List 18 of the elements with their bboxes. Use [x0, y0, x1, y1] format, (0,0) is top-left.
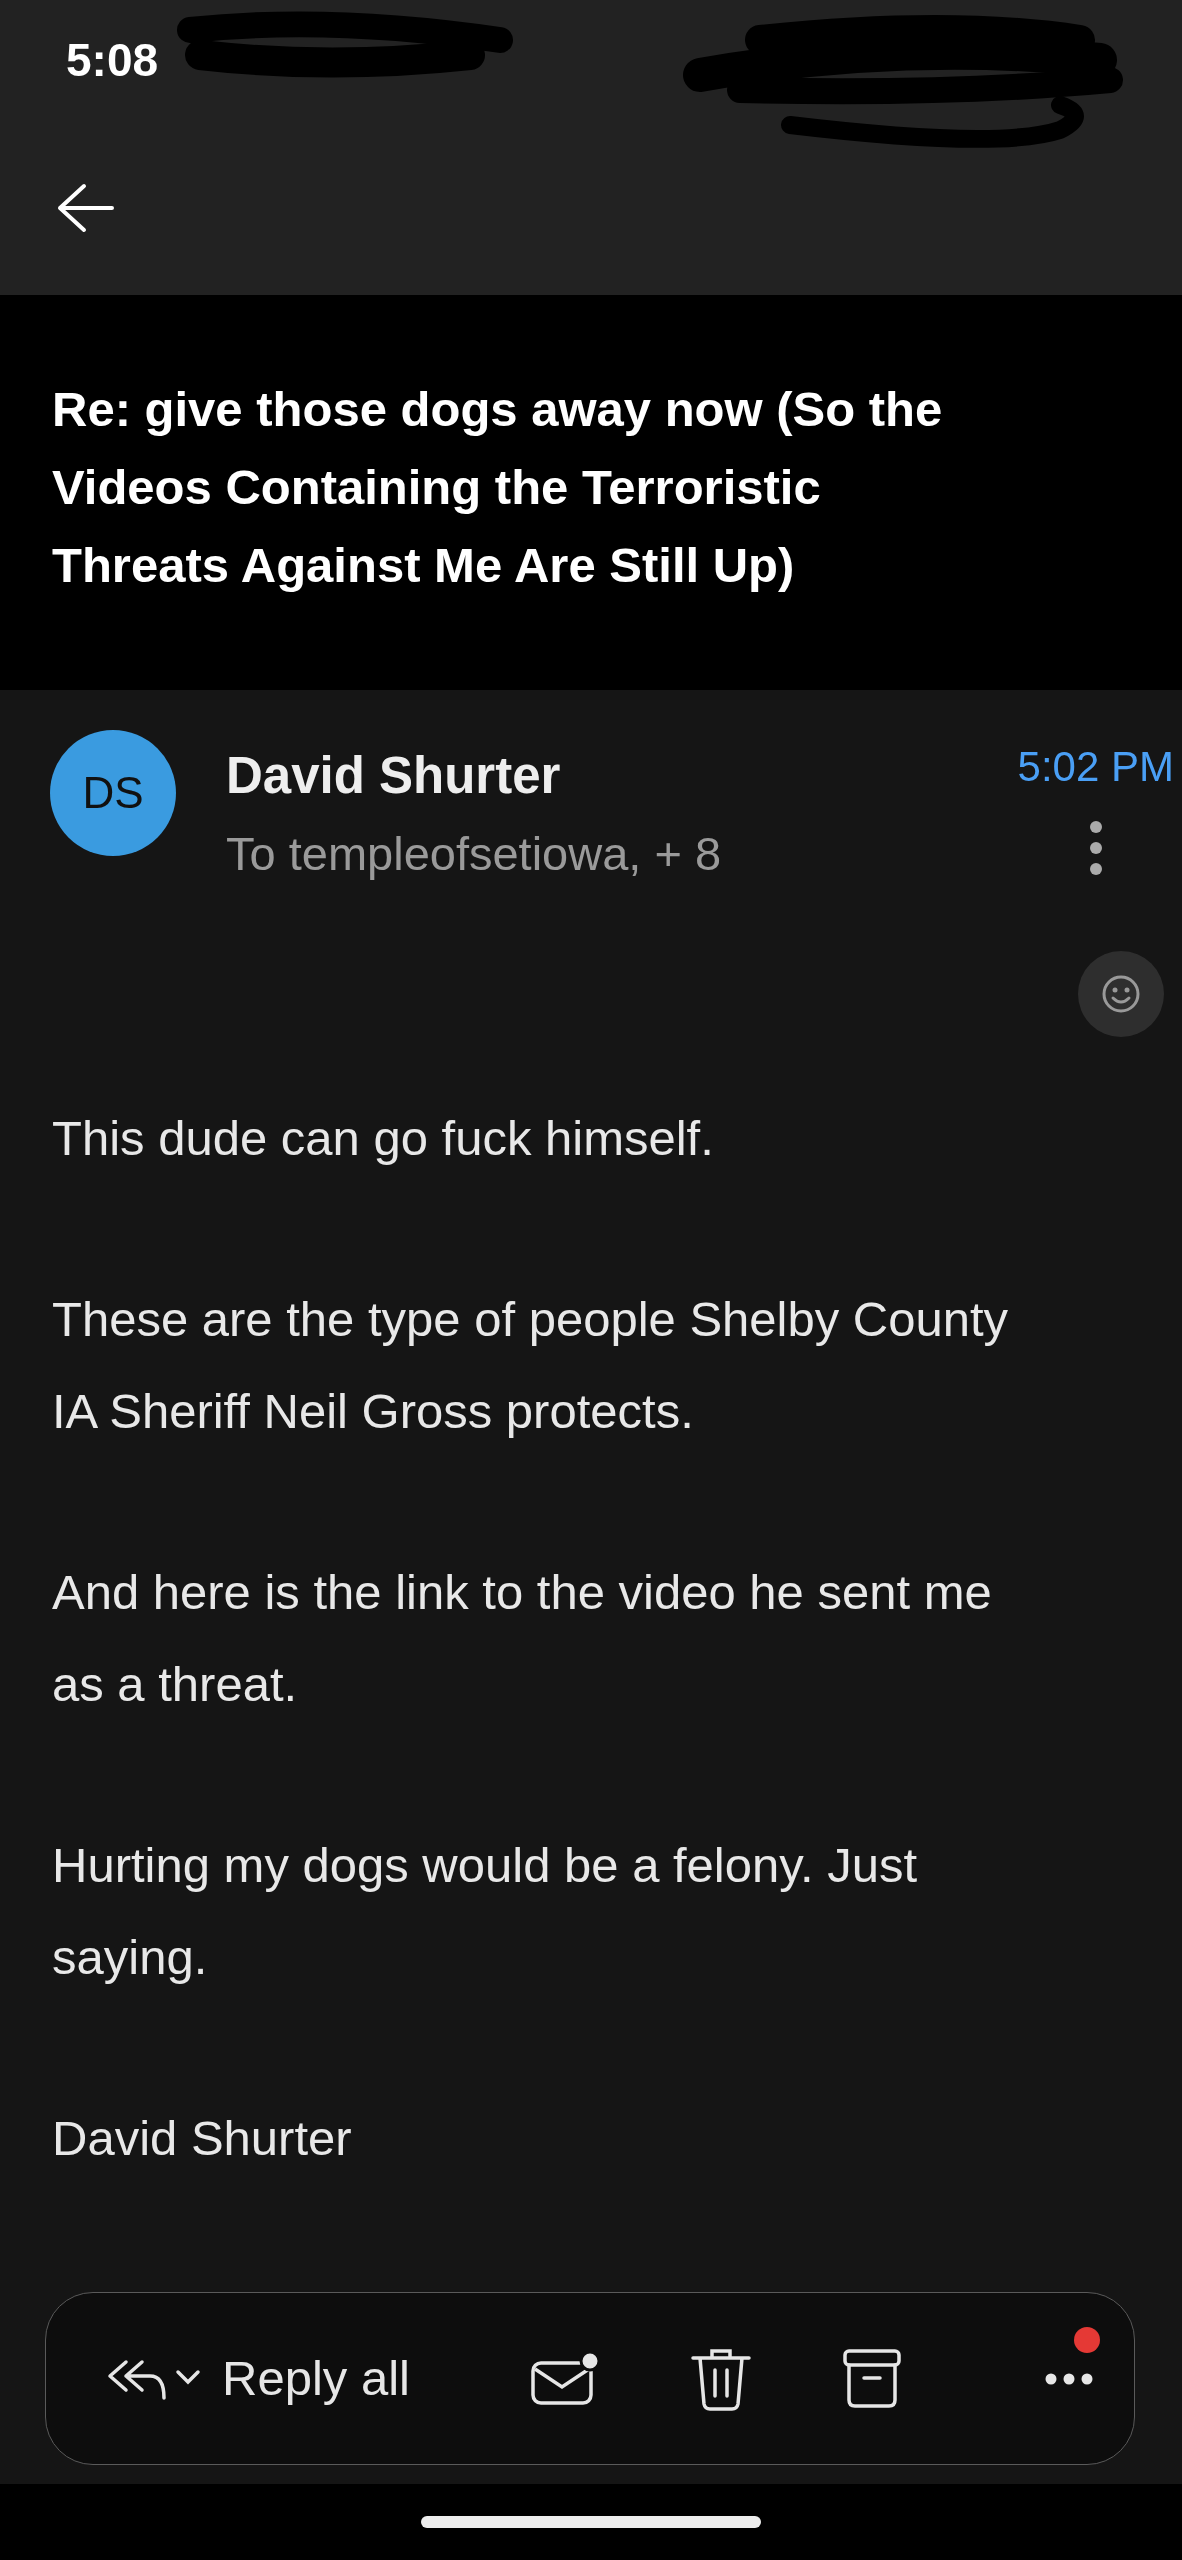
reply-all-button[interactable]: Reply all: [104, 2341, 410, 2416]
back-icon[interactable]: [56, 182, 116, 233]
more-button[interactable]: [1044, 2371, 1094, 2386]
message-time: 5:02 PM: [1017, 742, 1174, 792]
smiley-icon: [1101, 974, 1141, 1014]
body-paragraph: These are the type of people Shelby County IA Sheriff Neil Gross protects.: [52, 1291, 1010, 1440]
archive-button[interactable]: [841, 2347, 902, 2410]
body-paragraph: And here is the link to the video he sent me as a threat.: [52, 1564, 993, 1713]
body-paragraph: Hurting my dogs would be a felony. Just saying.: [52, 1837, 919, 1986]
recipients-text: To templeofsetiowa, + 8: [226, 825, 722, 882]
avatar: DS: [50, 730, 176, 856]
sender-name: David Shurter: [226, 746, 562, 806]
mark-unread-button[interactable]: [529, 2350, 600, 2407]
more-options-button[interactable]: [1088, 820, 1103, 876]
body-paragraph: David Shurter: [52, 2110, 353, 2167]
status-time: 5:08: [66, 32, 159, 88]
email-subject: Re: give those dogs away now (So the Videos Containing the Terroristic Threats Against Me Are Still Up): [52, 381, 944, 594]
body-paragraph: This dude can go fuck himself.: [52, 1110, 715, 1167]
